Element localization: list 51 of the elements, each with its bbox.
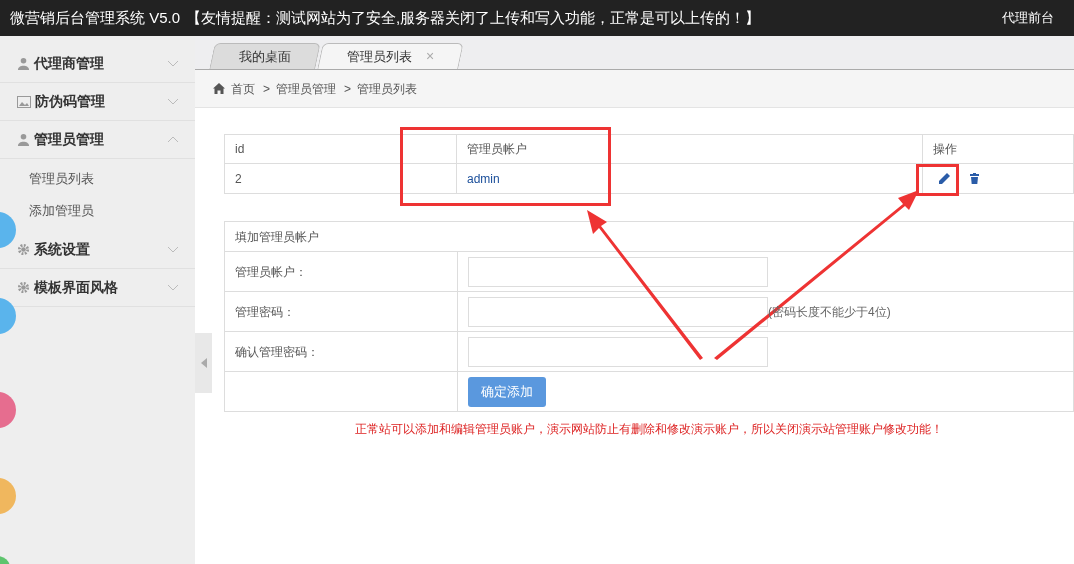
bubble-icon bbox=[0, 212, 16, 248]
collapse-handle[interactable] bbox=[195, 333, 212, 393]
form-title: 填加管理员帐户 bbox=[224, 221, 1074, 252]
notice-text: 【友情提醒：测试网站为了安全,服务器关闭了上传和写入功能，正常是可以上传的！】 bbox=[186, 7, 761, 28]
submenu-item[interactable]: 添加管理员 bbox=[17, 195, 195, 227]
field-label: 管理密码： bbox=[224, 291, 458, 332]
submenu-item[interactable]: 管理员列表 bbox=[17, 163, 195, 195]
account-link[interactable]: admin bbox=[467, 171, 500, 186]
notice-note: 正常站可以添加和编辑管理员账户，演示网站防止有删除和修改演示账户，所以关闭演示站管理账户修改功能！ bbox=[354, 421, 944, 438]
bubble-icon bbox=[0, 298, 16, 334]
chevron-down-icon bbox=[167, 60, 179, 67]
input-field[interactable] bbox=[468, 296, 768, 327]
breadcrumb-link[interactable]: 首页 bbox=[231, 79, 255, 98]
breadcrumb-link[interactable]: 管理员列表 bbox=[357, 79, 418, 98]
trash-icon[interactable] bbox=[970, 173, 979, 184]
column-header: id bbox=[224, 134, 457, 164]
chevron-down-icon bbox=[167, 284, 179, 291]
menu-item[interactable]: 管理员管理 bbox=[17, 121, 195, 158]
bubble-icon bbox=[0, 392, 16, 428]
chevron-down-icon bbox=[167, 246, 179, 253]
image-icon bbox=[17, 95, 31, 108]
table-cell: 2 bbox=[224, 163, 457, 194]
column-header: 管理员帐户 bbox=[456, 134, 923, 164]
input-field[interactable] bbox=[468, 256, 768, 287]
menu-item[interactable]: 系统设置 bbox=[17, 231, 195, 268]
menu-item[interactable]: 防伪码管理 bbox=[17, 83, 195, 120]
user-icon bbox=[17, 133, 30, 146]
home-icon bbox=[213, 83, 225, 94]
chevron-up-icon bbox=[167, 136, 179, 143]
menu-item[interactable]: 代理商管理 bbox=[17, 45, 195, 82]
breadcrumb-separator: > bbox=[263, 80, 270, 98]
edit-icon[interactable] bbox=[939, 173, 950, 184]
gear-icon bbox=[17, 281, 30, 294]
app-title: 微营销后台管理系统 V5.0 bbox=[10, 7, 181, 28]
agent-frontend-link[interactable]: 代理前台 bbox=[1002, 8, 1054, 28]
tab[interactable]: 我的桌面 bbox=[209, 43, 321, 69]
bubble-icon bbox=[0, 556, 10, 564]
input-field[interactable] bbox=[468, 336, 768, 367]
caret-left-icon bbox=[200, 358, 207, 368]
breadcrumb-link[interactable]: 管理员管理 bbox=[276, 79, 336, 98]
gear-icon bbox=[17, 243, 30, 256]
menu-item[interactable]: 模板界面风格 bbox=[17, 269, 195, 306]
field-label: 管理员帐户： bbox=[224, 251, 458, 292]
breadcrumb-separator: > bbox=[344, 80, 352, 98]
chevron-down-icon bbox=[167, 98, 179, 105]
column-header: 操作 bbox=[922, 134, 1074, 164]
highlight-frame bbox=[916, 164, 959, 196]
user-icon bbox=[17, 57, 30, 70]
field-label: 确认管理密码： bbox=[224, 331, 458, 372]
bubble-icon bbox=[0, 478, 16, 514]
tab[interactable]: 管理员列表 × bbox=[317, 43, 464, 69]
